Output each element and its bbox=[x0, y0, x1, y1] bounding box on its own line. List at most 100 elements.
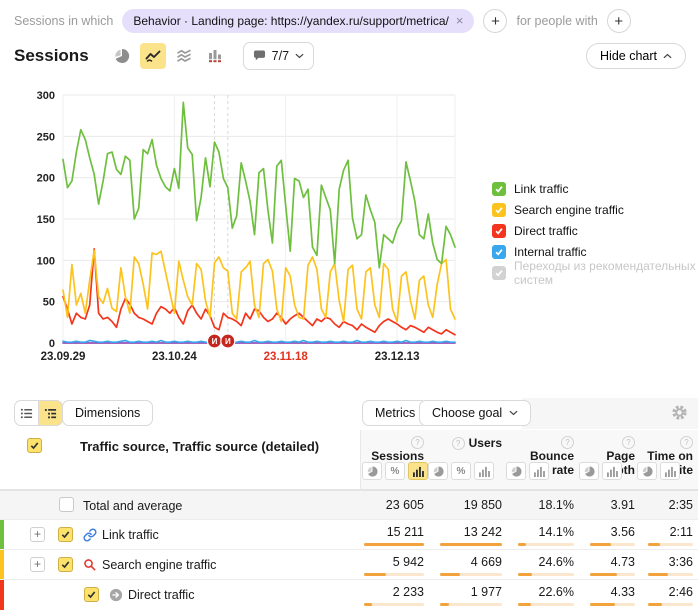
metric-bar bbox=[440, 603, 502, 606]
metric-bar bbox=[648, 543, 693, 546]
column-page-depth: ?Page depth bbox=[579, 430, 635, 489]
table-row[interactable]: Total and average23 60519 85018.1%3.912:… bbox=[0, 490, 698, 520]
legend-checkbox[interactable] bbox=[492, 266, 506, 280]
metric-bar bbox=[518, 573, 574, 576]
bars-view-button[interactable] bbox=[408, 462, 428, 480]
segments-count: 7/7 bbox=[272, 49, 289, 63]
table-toolbar: Dimensions Metrics Choose goal bbox=[0, 398, 698, 429]
legend-label: Переходы из рекомендательных систем bbox=[514, 259, 698, 287]
column-header[interactable]: ?Users bbox=[428, 430, 502, 450]
row-color-stripe bbox=[0, 520, 4, 550]
legend-checkbox[interactable] bbox=[492, 203, 506, 217]
metric-bar bbox=[364, 573, 424, 576]
bars-view-button[interactable] bbox=[602, 462, 622, 480]
annotation-marker[interactable]: И bbox=[207, 334, 221, 348]
segments-dropdown[interactable]: 7/7 bbox=[243, 42, 314, 70]
row-label: Total and average bbox=[83, 499, 182, 513]
metric-bar bbox=[440, 543, 502, 546]
pie-view-button[interactable] bbox=[579, 462, 599, 480]
add-session-filter-button[interactable]: + bbox=[483, 9, 507, 33]
row-checkbox[interactable] bbox=[84, 587, 99, 602]
pie-view-button[interactable] bbox=[362, 462, 382, 480]
bars-icon bbox=[413, 466, 424, 477]
column-label: Users bbox=[469, 436, 502, 450]
metric-bar-fill bbox=[440, 573, 460, 576]
sessions-line-chart: 05010015020025030023.09.2923.10.2423.11.… bbox=[0, 84, 480, 376]
metric-bar-fill bbox=[518, 543, 526, 546]
metric-bar bbox=[518, 543, 574, 546]
metric-bar-fill bbox=[648, 543, 660, 546]
settings-button[interactable] bbox=[671, 404, 688, 426]
metric-bar-fill bbox=[648, 603, 662, 606]
column-bounce-rate: ?Bounce rate bbox=[506, 430, 574, 489]
pie-view-button[interactable] bbox=[428, 462, 448, 480]
row-checkbox[interactable] bbox=[58, 557, 73, 572]
metric-value: 14.1% bbox=[506, 525, 574, 539]
line-chart-icon bbox=[145, 48, 161, 64]
percent-view-button[interactable]: % bbox=[385, 462, 405, 480]
legend-checkbox[interactable] bbox=[492, 224, 506, 238]
direct-arrow-icon bbox=[109, 588, 123, 602]
table-row[interactable]: Direct traffic2 2331 97722.6%4.332:46 bbox=[0, 579, 698, 610]
help-icon: ? bbox=[561, 436, 574, 449]
expand-row-button[interactable]: + bbox=[30, 527, 45, 542]
hide-chart-button[interactable]: Hide chart bbox=[586, 43, 686, 69]
table-row[interactable]: +Search engine traffic5 9424 66924.6%4.7… bbox=[0, 549, 698, 580]
metric-bar bbox=[364, 543, 424, 546]
filter-label-sessions: Sessions in which bbox=[14, 14, 113, 28]
metric-bar bbox=[518, 603, 574, 606]
metric-value: 4.73 bbox=[579, 555, 635, 569]
legend-label: Search engine traffic bbox=[514, 203, 624, 217]
legend-checkbox[interactable] bbox=[492, 182, 506, 196]
legend-item[interactable]: Direct traffic bbox=[492, 220, 698, 241]
stacked-chart-type-button[interactable] bbox=[171, 43, 197, 69]
flat-list-view-button[interactable] bbox=[14, 400, 39, 426]
choose-goal-dropdown[interactable]: Choose goal bbox=[419, 400, 531, 426]
select-all-checkbox[interactable] bbox=[27, 438, 42, 453]
metric-bar-fill bbox=[590, 573, 617, 576]
pie-icon bbox=[642, 466, 653, 477]
legend-item[interactable]: Search engine traffic bbox=[492, 199, 698, 220]
metric-bar-fill bbox=[364, 573, 386, 576]
metric-view-switcher: % bbox=[428, 462, 494, 480]
metric-bar-fill bbox=[518, 603, 531, 606]
add-people-filter-button[interactable]: + bbox=[607, 9, 631, 33]
svg-text:И: И bbox=[225, 337, 231, 346]
x-axis-label[interactable]: 23.11.18 bbox=[264, 351, 309, 363]
legend-item[interactable]: Переходы из рекомендательных систем bbox=[492, 262, 698, 283]
link-icon bbox=[83, 528, 97, 542]
dimensions-button[interactable]: Dimensions bbox=[62, 400, 153, 426]
bars-icon bbox=[607, 466, 618, 477]
metric-bar bbox=[648, 603, 693, 606]
columns-icon bbox=[207, 48, 223, 64]
legend-checkbox[interactable] bbox=[492, 245, 506, 259]
filter-chip[interactable]: Behavior · Landing page: https://yandex.… bbox=[122, 9, 474, 33]
pie-view-button[interactable] bbox=[506, 462, 526, 480]
chart-header: Sessions 7/7 Hide c bbox=[14, 42, 686, 70]
metric-value: 4.33 bbox=[579, 585, 635, 599]
bars-view-button[interactable] bbox=[660, 462, 680, 480]
annotation-marker[interactable]: И bbox=[221, 334, 235, 348]
legend-item[interactable]: Link traffic bbox=[492, 178, 698, 199]
close-icon[interactable]: × bbox=[456, 16, 464, 26]
row-checkbox[interactable] bbox=[58, 527, 73, 542]
row-color-stripe bbox=[0, 580, 4, 610]
bars-view-button[interactable] bbox=[474, 462, 494, 480]
tree-view-button[interactable] bbox=[38, 400, 63, 426]
table-row[interactable]: +Link traffic15 21113 24214.1%3.562:11 bbox=[0, 519, 698, 550]
row-checkbox[interactable] bbox=[59, 497, 74, 512]
pie-chart-type-button[interactable] bbox=[109, 43, 135, 69]
expand-row-button[interactable]: + bbox=[30, 557, 45, 572]
bars-view-button[interactable] bbox=[529, 462, 549, 480]
pie-view-button[interactable] bbox=[637, 462, 657, 480]
percent-view-button[interactable]: % bbox=[451, 462, 471, 480]
chevron-up-icon bbox=[663, 53, 672, 59]
column-users: ?Users% bbox=[428, 430, 502, 489]
table-header: Traffic source, Traffic source (detailed… bbox=[0, 430, 698, 490]
comment-bubble-icon bbox=[253, 50, 266, 62]
metric-value: 13 242 bbox=[428, 525, 502, 539]
metric-bar bbox=[590, 543, 635, 546]
line-chart-type-button[interactable] bbox=[140, 43, 166, 69]
column-chart-type-button[interactable] bbox=[202, 43, 228, 69]
filter-label-people: for people with bbox=[516, 14, 597, 28]
